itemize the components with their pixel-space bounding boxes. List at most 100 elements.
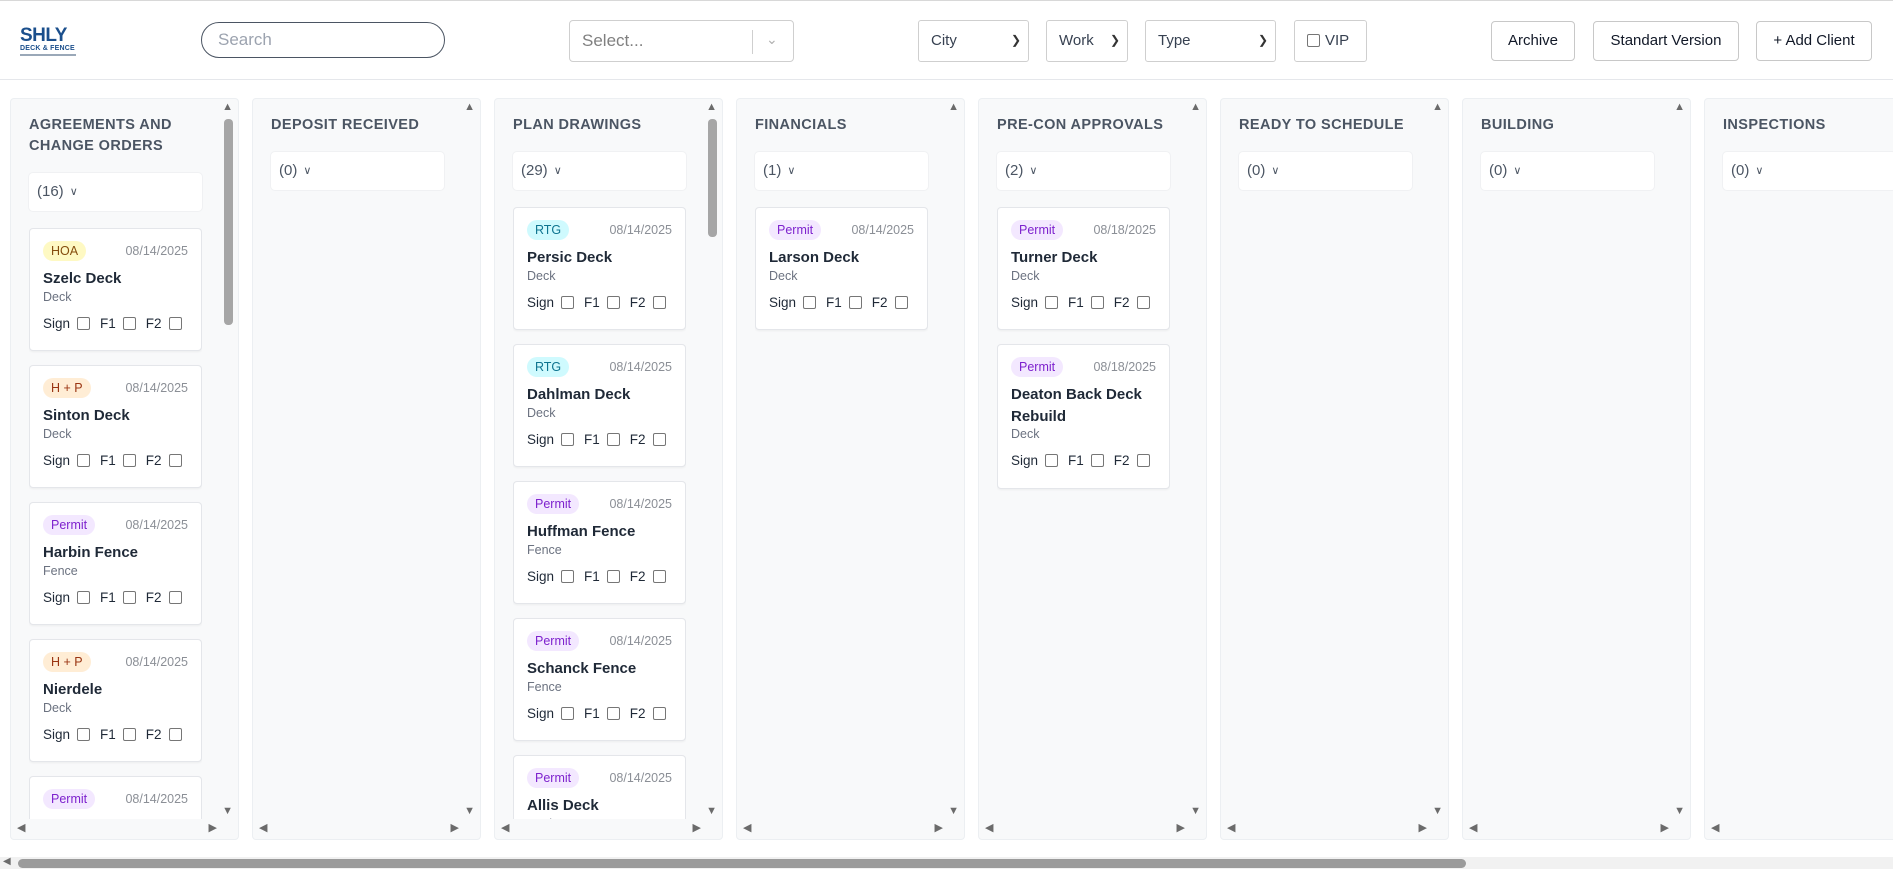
scroll-left-icon[interactable]: ◀: [3, 856, 11, 867]
horizontal-scroll-thumb[interactable]: [18, 859, 1466, 868]
checkbox-f1[interactable]: [122, 317, 136, 330]
column-horizontal-scrollbar[interactable]: ◀▶: [743, 821, 943, 837]
scroll-right-icon[interactable]: ▶: [451, 821, 459, 834]
scroll-down-icon[interactable]: ▼: [1674, 805, 1685, 817]
card-title[interactable]: King Deck: [43, 816, 193, 819]
checkbox-f2[interactable]: [1136, 296, 1150, 309]
checkbox-sign[interactable]: [1045, 296, 1059, 309]
card-title[interactable]: Allis Deck: [527, 795, 677, 817]
column-count-toggle[interactable]: (0) ∨: [271, 152, 444, 190]
chevron-down-icon[interactable]: ⌄: [766, 31, 778, 48]
checkbox-sign[interactable]: [561, 433, 575, 446]
company-logo[interactable]: SHLY DECK & FENCE: [20, 26, 78, 56]
scroll-down-icon[interactable]: ▼: [1190, 805, 1201, 817]
client-select[interactable]: Select... ⌄: [569, 20, 794, 62]
scroll-up-icon[interactable]: ▲: [706, 101, 717, 113]
card-title[interactable]: Turner Deck: [1011, 247, 1161, 269]
city-filter[interactable]: City ❯: [918, 20, 1029, 62]
search-input[interactable]: [201, 22, 445, 58]
archive-button[interactable]: Archive: [1491, 21, 1575, 61]
scroll-left-icon[interactable]: ◀: [501, 821, 509, 834]
column-horizontal-scrollbar[interactable]: ◀▶: [259, 821, 459, 837]
client-card[interactable]: HOA 08/14/2025 Szelc Deck Deck Sign F1 F2: [29, 228, 202, 351]
card-title[interactable]: Sinton Deck: [43, 405, 193, 427]
scroll-right-icon[interactable]: ▶: [1661, 821, 1669, 834]
checkbox-sign[interactable]: [561, 570, 575, 583]
scroll-up-icon[interactable]: ▲: [222, 101, 233, 113]
checkbox-f2[interactable]: [652, 707, 666, 720]
client-card[interactable]: Permit 08/14/2025 Huffman Fence Fence Sign F1…: [513, 481, 686, 604]
column-horizontal-scrollbar[interactable]: ◀▶: [1469, 821, 1669, 837]
client-card[interactable]: Permit 08/18/2025 Deaton Back Deck Rebuild…: [997, 344, 1170, 489]
client-card[interactable]: Permit08/14/2025Allis DeckDeckSignF1F2: [513, 755, 686, 819]
checkbox-sign[interactable]: [561, 707, 575, 720]
client-card[interactable]: Permit 08/14/2025 Schanck Fence Fence Sign F1…: [513, 618, 686, 741]
scroll-up-icon[interactable]: ▲: [1432, 101, 1443, 113]
scroll-up-icon[interactable]: ▲: [1674, 101, 1685, 113]
checkbox-f2[interactable]: [168, 454, 182, 467]
vip-filter[interactable]: VIP: [1294, 20, 1367, 62]
scroll-down-icon[interactable]: ▼: [1432, 805, 1443, 817]
checkbox-sign[interactable]: [561, 296, 575, 309]
scroll-up-icon[interactable]: ▲: [464, 101, 475, 113]
checkbox-sign[interactable]: [77, 728, 91, 741]
checkbox-f2[interactable]: [894, 296, 908, 309]
work-filter[interactable]: Work ❯: [1046, 20, 1128, 62]
column-count-toggle[interactable]: (29) ∨: [513, 152, 686, 190]
column-count-toggle[interactable]: (0) ∨: [1723, 152, 1893, 190]
checkbox-sign[interactable]: [77, 317, 91, 330]
scroll-left-icon[interactable]: ◀: [259, 821, 267, 834]
checkbox-f1[interactable]: [606, 296, 620, 309]
checkbox-f1[interactable]: [1090, 296, 1104, 309]
scroll-down-icon[interactable]: ▼: [222, 805, 233, 817]
checkbox-sign[interactable]: [77, 591, 91, 604]
scroll-down-icon[interactable]: ▼: [706, 805, 717, 817]
scroll-left-icon[interactable]: ◀: [1711, 821, 1719, 834]
card-title[interactable]: Huffman Fence: [527, 521, 677, 543]
column-horizontal-scrollbar[interactable]: ◀▶: [1227, 821, 1427, 837]
column-count-toggle[interactable]: (0) ∨: [1239, 152, 1412, 190]
scroll-down-icon[interactable]: ▼: [464, 805, 475, 817]
checkbox-f1[interactable]: [848, 296, 862, 309]
card-title[interactable]: Deaton Back Deck Rebuild: [1011, 384, 1161, 428]
scroll-left-icon[interactable]: ◀: [985, 821, 993, 834]
checkbox-f1[interactable]: [1090, 454, 1104, 467]
checkbox-f2[interactable]: [1136, 454, 1150, 467]
card-title[interactable]: Schanck Fence: [527, 658, 677, 680]
client-card[interactable]: Permit 08/14/2025 Harbin Fence Fence Sign F1 F…: [29, 502, 202, 625]
card-title[interactable]: Persic Deck: [527, 247, 677, 269]
card-title[interactable]: Larson Deck: [769, 247, 919, 269]
scroll-down-icon[interactable]: ▼: [948, 805, 959, 817]
checkbox-sign[interactable]: [77, 454, 91, 467]
scroll-left-icon[interactable]: ◀: [17, 821, 25, 834]
card-title[interactable]: Nierdele: [43, 679, 193, 701]
checkbox-f2[interactable]: [168, 591, 182, 604]
checkbox-f1[interactable]: [606, 707, 620, 720]
column-horizontal-scrollbar[interactable]: ◀▶: [1711, 821, 1893, 837]
checkbox-sign[interactable]: [1045, 454, 1059, 467]
column-count-toggle[interactable]: (1) ∨: [755, 152, 928, 190]
checkbox-f1[interactable]: [606, 570, 620, 583]
checkbox-f1[interactable]: [606, 433, 620, 446]
type-filter[interactable]: Type ❯: [1145, 20, 1276, 62]
checkbox-f2[interactable]: [168, 317, 182, 330]
checkbox-f2[interactable]: [652, 433, 666, 446]
vip-checkbox[interactable]: [1307, 34, 1320, 47]
horizontal-scrollbar[interactable]: ◀: [0, 856, 1893, 869]
checkbox-f1[interactable]: [122, 454, 136, 467]
column-count-toggle[interactable]: (0) ∨: [1481, 152, 1654, 190]
scroll-up-icon[interactable]: ▲: [1190, 101, 1201, 113]
column-horizontal-scrollbar[interactable]: ◀▶: [501, 821, 701, 837]
vertical-scroll-thumb[interactable]: [708, 119, 717, 237]
client-card[interactable]: Permit08/14/2025King DeckDeckSignF1F2: [29, 776, 202, 819]
checkbox-f2[interactable]: [652, 296, 666, 309]
column-count-toggle[interactable]: (16) ∨: [29, 173, 202, 211]
column-horizontal-scrollbar[interactable]: ◀▶: [985, 821, 1185, 837]
column-horizontal-scrollbar[interactable]: ◀▶: [17, 821, 217, 837]
checkbox-f2[interactable]: [168, 728, 182, 741]
checkbox-f2[interactable]: [652, 570, 666, 583]
standart-version-button[interactable]: Standart Version: [1593, 21, 1739, 61]
checkbox-sign[interactable]: [803, 296, 817, 309]
scroll-up-icon[interactable]: ▲: [948, 101, 959, 113]
scroll-right-icon[interactable]: ▶: [693, 821, 701, 834]
